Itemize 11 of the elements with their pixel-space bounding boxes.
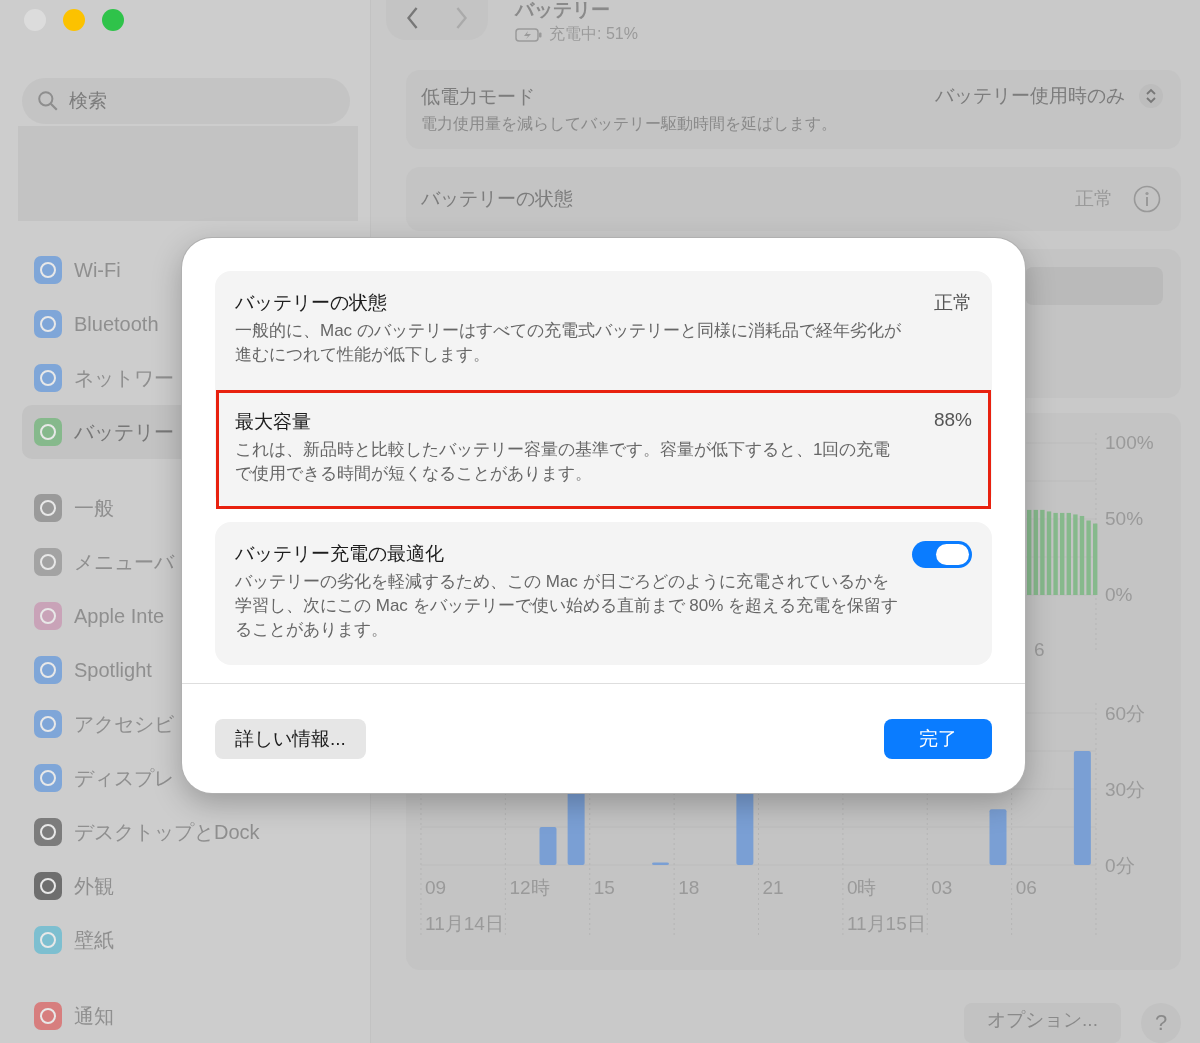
row-title: バッテリーの状態 — [235, 291, 388, 315]
row-value: 88% — [933, 409, 972, 431]
window-title: バッテリー — [515, 0, 611, 20]
row-value: 正常 — [934, 291, 972, 315]
row-description: 一般的に、Mac のバッテリーはすべての充電式バッテリーと同様に消耗品で経年劣化が進むにつれて性能が低下します。 — [235, 320, 902, 366]
row-description: バッテリーの劣化を軽減するため、この Mac が日ごろどのように充電されているかを学習し、次にこの Mac をバッテリーで使い始める直前まで 80% を超える充電を保留することがあります。 — [235, 571, 900, 641]
setting-title: バッテリーの状態 — [421, 187, 574, 211]
row-description: これは、新品時と比較したバッテリー容量の基準です。容量が低下すると、1回の充電で使用できる時間が短くなることがあります。 — [235, 439, 892, 485]
setting-title: 低電力モード — [421, 84, 536, 109]
row-title: バッテリー充電の最適化 — [235, 542, 445, 566]
row-title: 最大容量 — [235, 410, 312, 434]
